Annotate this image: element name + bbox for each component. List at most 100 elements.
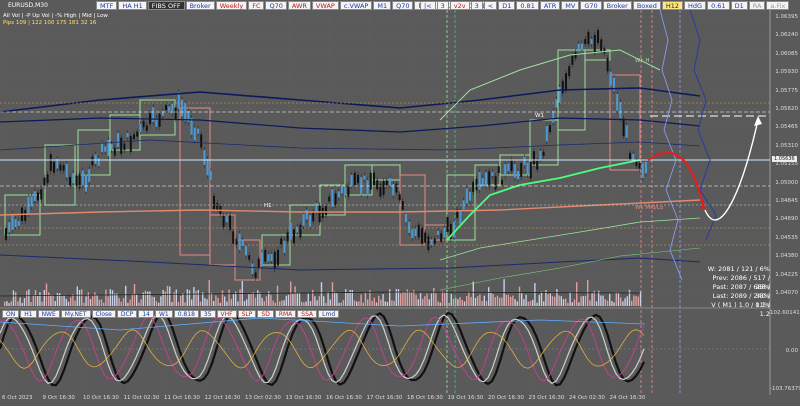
indicator-button-3[interactable]: My.NET bbox=[60, 310, 91, 318]
indicator-button-9[interactable]: 35 bbox=[199, 310, 216, 318]
volume-bar bbox=[362, 302, 364, 306]
candle-body bbox=[465, 188, 468, 204]
toolbar-right-button-0[interactable]: |< bbox=[420, 1, 436, 10]
candle-body bbox=[411, 229, 414, 239]
toolbar-left-button-8[interactable]: VWAP bbox=[311, 1, 339, 10]
toolbar-left-button-7[interactable]: AWR bbox=[287, 1, 311, 10]
indicator-button-0[interactable]: ON bbox=[2, 310, 20, 318]
volume-bar bbox=[551, 296, 554, 306]
indicator-button-8[interactable]: 0.818 bbox=[173, 310, 199, 318]
indicator-button-2[interactable]: NWE bbox=[37, 310, 60, 318]
toolbar-right-button-14[interactable]: 0.61 bbox=[707, 1, 730, 10]
toolbar-left-button-3[interactable]: Broker bbox=[185, 1, 215, 10]
volume-bar bbox=[107, 296, 109, 306]
toolbar-left-button-9[interactable]: c.VWAP bbox=[339, 1, 373, 10]
volume-bar bbox=[606, 300, 609, 306]
candle-body bbox=[513, 164, 516, 178]
toolbar-right-button-17[interactable]: a.Fix bbox=[766, 1, 790, 10]
volume-bar bbox=[615, 292, 617, 306]
toolbar-right-button-13[interactable]: HdG bbox=[684, 1, 707, 10]
candle-body bbox=[552, 110, 555, 123]
candle-body bbox=[270, 253, 273, 262]
candle-body bbox=[203, 150, 206, 166]
toolbar-right-button-8[interactable]: MV bbox=[561, 1, 580, 10]
volume-bar bbox=[459, 297, 461, 306]
toolbar-right-button-4[interactable]: < bbox=[483, 1, 498, 10]
candle-body bbox=[158, 113, 161, 127]
volume-bar bbox=[140, 299, 142, 306]
toolbar-left-button-0[interactable]: MTF bbox=[96, 1, 118, 10]
toolbar-right-button-16[interactable]: RA bbox=[748, 1, 766, 10]
candle-body bbox=[133, 134, 135, 140]
toolbar-right-button-9[interactable]: G70 bbox=[580, 1, 602, 10]
candle-body bbox=[81, 170, 84, 186]
toolbar-left-button-6[interactable]: Q70 bbox=[265, 1, 287, 10]
indicator-button-11[interactable]: SLP bbox=[237, 310, 257, 318]
volume-bar bbox=[72, 294, 74, 306]
volume-bar bbox=[188, 290, 191, 306]
candle-body bbox=[53, 162, 55, 173]
toolbar-right-button-1[interactable]: 3 bbox=[436, 1, 449, 10]
indicator-button-15[interactable]: Lmd bbox=[318, 310, 340, 318]
toolbar-right-button-5[interactable]: D1 bbox=[498, 1, 516, 10]
toolbar-left-button-1[interactable]: HA H1 bbox=[118, 1, 147, 10]
volume-bar bbox=[331, 282, 334, 306]
indicator-button-14[interactable]: SSA bbox=[297, 310, 318, 318]
toolbar-left-button-4[interactable]: Weekly bbox=[215, 1, 248, 10]
candle-body bbox=[587, 31, 590, 45]
candle-body bbox=[65, 163, 68, 178]
volume-bar bbox=[532, 299, 534, 306]
toolbar-right-button-10[interactable]: Broker bbox=[602, 1, 632, 10]
toolbar-right-button-2[interactable]: v2v bbox=[449, 1, 470, 10]
candle-body bbox=[33, 191, 36, 201]
toolbar-left-button-10[interactable]: M1 bbox=[373, 1, 392, 10]
candle-body bbox=[421, 227, 423, 244]
candle-body bbox=[245, 245, 247, 256]
indicator-button-1[interactable]: H1 bbox=[20, 310, 37, 318]
volume-bar bbox=[364, 292, 367, 306]
toolbar-left-button-2[interactable]: FIBS OFF bbox=[147, 1, 185, 10]
volume-bar bbox=[571, 302, 573, 306]
volume-bar bbox=[151, 296, 153, 306]
volume-bar bbox=[129, 299, 131, 306]
volume-bar bbox=[485, 301, 488, 306]
volume-bar bbox=[230, 298, 232, 306]
volume-bar bbox=[314, 296, 316, 306]
candle-body bbox=[472, 181, 475, 193]
candle-body bbox=[325, 206, 327, 216]
toolbar-left-button-5[interactable]: FC bbox=[248, 1, 265, 10]
candle-body bbox=[193, 127, 196, 141]
toolbar-left-button-11[interactable]: Q70 bbox=[392, 1, 414, 10]
chart-canvas[interactable] bbox=[0, 0, 800, 406]
candle-body bbox=[312, 211, 315, 222]
indicator-button-5[interactable]: DCP bbox=[116, 310, 138, 318]
volume-bar bbox=[323, 296, 325, 306]
indicator-button-6[interactable]: 14 bbox=[138, 310, 154, 318]
toolbar-right-button-11[interactable]: Boxed bbox=[632, 1, 661, 10]
time-tick-13: 23 Oct 16:30 bbox=[528, 395, 565, 401]
candle-body bbox=[488, 171, 491, 188]
toolbar-right-button-7[interactable]: ATR bbox=[539, 1, 561, 10]
toolbar-right-button-3[interactable]: 3 bbox=[470, 1, 483, 10]
volume-bar bbox=[424, 296, 426, 306]
volume-bar bbox=[639, 291, 642, 306]
indicator-button-4[interactable]: Close bbox=[91, 310, 116, 318]
indicator-button-13[interactable]: RMA bbox=[274, 310, 297, 318]
volume-bar bbox=[6, 301, 8, 306]
toolbar-right-button-12[interactable]: H12 bbox=[661, 1, 684, 10]
candle-body bbox=[417, 224, 420, 238]
volume-bar bbox=[501, 297, 503, 306]
candle-body bbox=[433, 238, 436, 244]
candle-body bbox=[622, 118, 625, 137]
indicator-button-7[interactable]: W1 bbox=[154, 310, 173, 318]
candle-body bbox=[616, 93, 619, 111]
toolbar-right-button-6[interactable]: 0.81 bbox=[516, 1, 539, 10]
volume-bar bbox=[417, 299, 419, 306]
candle-body bbox=[539, 150, 542, 160]
volume-bar bbox=[39, 292, 41, 306]
indicator-button-10[interactable]: VHF bbox=[216, 310, 237, 318]
indicator-button-12[interactable]: SD bbox=[257, 310, 274, 318]
candle-body bbox=[117, 133, 119, 147]
volume-bar bbox=[232, 293, 235, 306]
toolbar-right-button-15[interactable]: D1 bbox=[730, 1, 748, 10]
